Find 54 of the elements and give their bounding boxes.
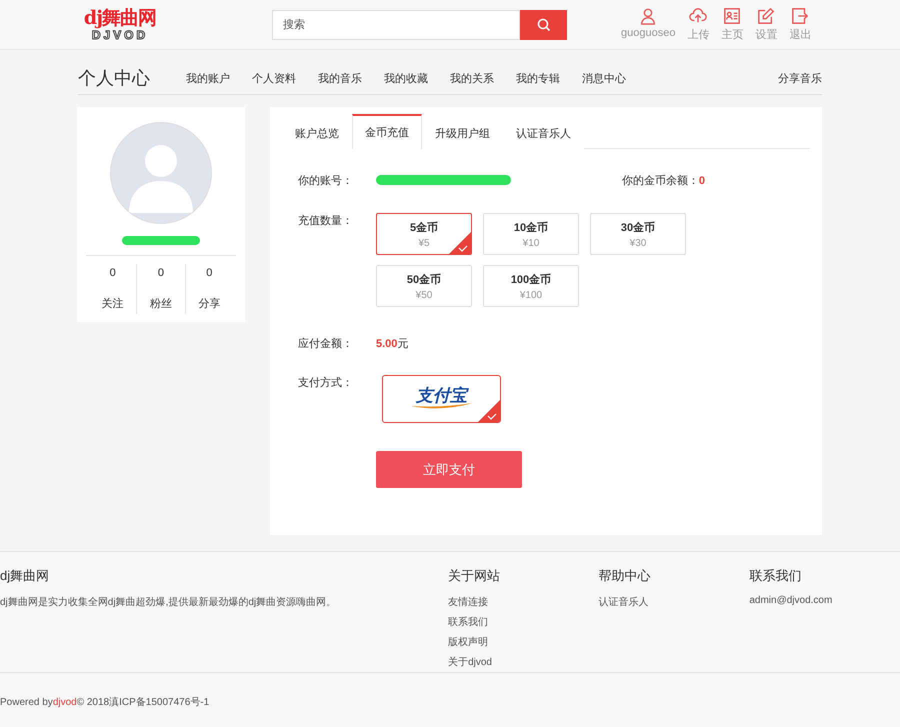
footer-heading: 关于网站 (448, 567, 502, 585)
footer-link[interactable]: 版权声明 (448, 635, 599, 649)
footer-link[interactable]: admin@djvod.com (749, 595, 900, 606)
footer-heading: dj舞曲网 (0, 567, 50, 585)
check-icon (449, 232, 471, 254)
edit-icon[interactable] (757, 7, 776, 25)
nav-link[interactable]: 消息中心 (582, 70, 626, 86)
stat-label[interactable]: 粉丝 (150, 296, 172, 311)
amount-due: 5.00元 (376, 337, 408, 351)
field-label: 充值数量： (298, 214, 354, 229)
share-music-link[interactable]: 分享音乐 (778, 70, 822, 86)
nav-link[interactable]: 我的专辑 (516, 70, 560, 86)
footer-link[interactable]: 认证音乐人 (598, 595, 750, 609)
coin-option[interactable]: 30金币 ¥30 (590, 213, 686, 255)
footer-link[interactable]: 联系我们 (448, 615, 599, 629)
stat-count: 0 (158, 267, 164, 279)
cloud-upload-icon[interactable] (689, 7, 708, 25)
coin-balance: 你的金币余额：0 (622, 174, 705, 188)
tab[interactable]: 金币充值 (352, 114, 422, 149)
search-button[interactable] (520, 10, 567, 40)
powered-by-link[interactable]: djvod (52, 697, 77, 708)
footer-link[interactable]: 友情连接 (448, 595, 599, 609)
footer-heading: 联系我们 (749, 567, 802, 585)
profile-card-icon[interactable] (723, 7, 742, 25)
field-label: 支付方式： (298, 376, 354, 391)
exit-icon[interactable] (791, 7, 810, 25)
coin-option[interactable]: 5金币 ¥5 (376, 213, 472, 255)
search-field[interactable]: 搜索 (272, 10, 520, 40)
search-icon (536, 18, 550, 32)
user-icon[interactable] (639, 7, 658, 25)
site-logo[interactable]: dj舞曲网 DJVOD (80, 8, 160, 40)
coin-option[interactable]: 100金币 ¥100 (483, 265, 579, 307)
check-icon (478, 400, 500, 422)
nav-link[interactable]: 我的音乐 (318, 70, 362, 86)
field-label: 应付金额： (298, 336, 354, 351)
page-title: 个人中心 (78, 67, 150, 90)
stat-label[interactable]: 分享 (198, 296, 220, 311)
nav-link[interactable]: 我的关系 (450, 70, 494, 86)
site-description: dj舞曲网是实力收集全网dj舞曲超劲爆,提供最新最劲爆的dj舞曲资源嗨曲网。 (0, 596, 338, 609)
nav-link[interactable]: 我的收藏 (384, 70, 428, 86)
footer-link[interactable]: 关于djvod (448, 655, 599, 669)
swoosh-icon (410, 402, 472, 410)
stat-count: 0 (110, 267, 116, 279)
footer-heading: 帮助中心 (598, 567, 652, 585)
copyright-text: Powered bydjvod© 2018滇ICP备15007476号-1 (0, 696, 210, 709)
pay-now-button[interactable]: 立即支付 (376, 451, 522, 488)
coin-option[interactable]: 10金币 ¥10 (483, 213, 579, 255)
payment-option[interactable]: 支付宝 (382, 375, 501, 423)
nav-link[interactable]: 我的账户 (186, 70, 230, 86)
coin-option[interactable]: 50金币 ¥50 (376, 265, 472, 307)
stat-label[interactable]: 关注 (102, 296, 124, 311)
stat-count: 0 (206, 267, 212, 279)
field-label: 你的账号： (298, 174, 354, 188)
nav-link[interactable]: 个人资料 (252, 70, 296, 86)
